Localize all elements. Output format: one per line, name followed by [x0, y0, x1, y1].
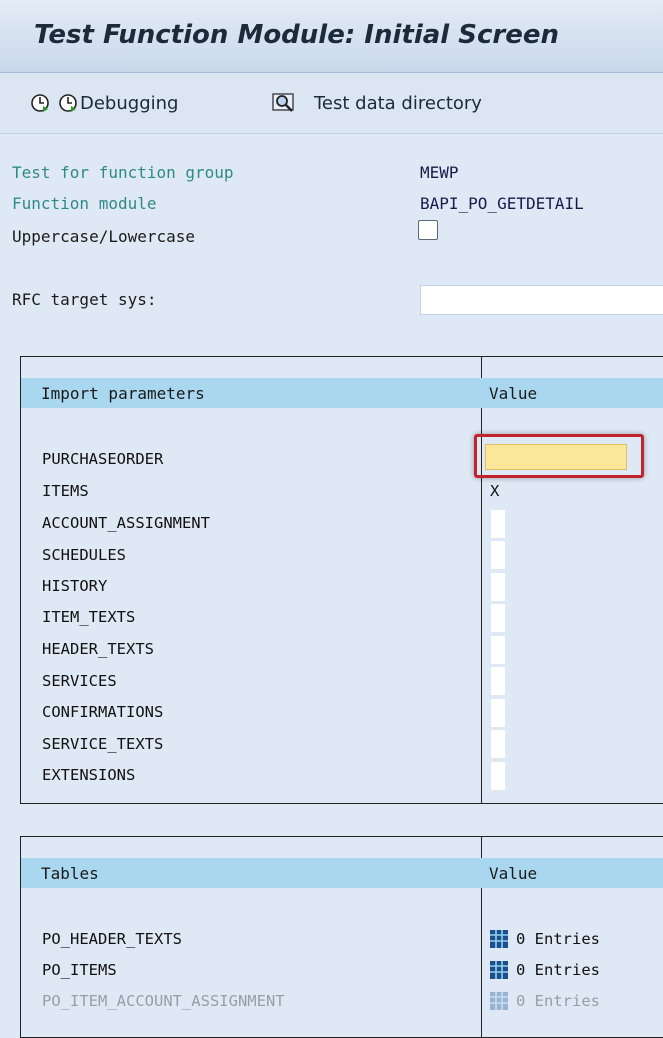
clock-execute-icon: [31, 94, 49, 112]
entries-text: 0 Entries: [516, 930, 600, 948]
service-texts-value[interactable]: [491, 730, 505, 758]
param-row: PURCHASEORDER: [42, 450, 164, 468]
import-table-header: Import parameters Value: [21, 378, 663, 408]
po-item-account-assignment-entries[interactable]: 0 Entries: [490, 992, 600, 1010]
import-parameters-header: Import parameters: [41, 384, 205, 403]
item-texts-value[interactable]: [491, 604, 505, 632]
schedules-value[interactable]: [491, 541, 505, 569]
import-value-header: Value: [489, 384, 538, 403]
execute-button[interactable]: [30, 89, 50, 117]
param-row: ITEM_TEXTS: [42, 608, 136, 626]
account-assignment-value[interactable]: [491, 510, 505, 538]
table-grid-icon: [490, 930, 508, 948]
title-bar: Test Function Module: Initial Screen: [0, 0, 663, 73]
items-value[interactable]: X: [490, 482, 499, 500]
purchaseorder-input[interactable]: [474, 434, 644, 478]
table-param-row: PO_HEADER_TEXTS: [42, 930, 182, 948]
function-module-label: Function module: [12, 194, 157, 213]
param-row: CONFIRMATIONS: [42, 703, 164, 721]
debugging-button[interactable]: Debugging: [58, 89, 178, 117]
rfc-target-input[interactable]: [420, 285, 663, 315]
param-row: ACCOUNT_ASSIGNMENT: [42, 514, 210, 532]
function-group-value: MEWP: [420, 163, 459, 182]
table-param-row: PO_ITEM_ACCOUNT_ASSIGNMENT: [42, 992, 285, 1010]
function-module-value: BAPI_PO_GETDETAIL: [420, 194, 584, 213]
find-icon: [272, 93, 294, 112]
uppercase-checkbox[interactable]: [418, 220, 438, 240]
column-divider: [481, 357, 482, 803]
header-texts-value[interactable]: [491, 636, 505, 664]
table-param-row: PO_ITEMS: [42, 961, 117, 979]
param-row: ITEMS: [42, 482, 89, 500]
table-grid-icon: [490, 961, 508, 979]
param-row: EXTENSIONS: [42, 766, 136, 784]
param-row: HEADER_TEXTS: [42, 640, 154, 658]
po-items-entries[interactable]: 0 Entries: [490, 961, 600, 979]
param-row: SERVICES: [42, 672, 117, 690]
entries-text: 0 Entries: [516, 961, 600, 979]
window-title: Test Function Module: Initial Screen: [34, 20, 559, 50]
input-inner[interactable]: [485, 444, 627, 470]
clock-debug-icon: [59, 94, 77, 112]
tables-header: Tables: [41, 864, 99, 883]
uppercase-label: Uppercase/Lowercase: [12, 227, 196, 246]
tables-table-header: Tables Value: [21, 858, 663, 888]
rfc-target-label: RFC target sys:: [12, 290, 157, 309]
test-data-directory-button[interactable]: Test data directory: [272, 89, 482, 117]
table-grid-icon: [490, 992, 508, 1010]
toolbar: Debugging Test data directory: [0, 73, 663, 134]
extensions-value[interactable]: [491, 762, 505, 790]
param-row: HISTORY: [42, 577, 108, 595]
test-data-directory-label: Test data directory: [314, 92, 482, 114]
tables-value-header: Value: [489, 864, 538, 883]
debugging-label: Debugging: [80, 92, 179, 114]
entries-text: 0 Entries: [516, 992, 600, 1010]
param-row: SERVICE_TEXTS: [42, 735, 164, 753]
param-row: SCHEDULES: [42, 546, 126, 564]
services-value[interactable]: [491, 667, 505, 695]
confirmations-value[interactable]: [491, 699, 505, 727]
po-header-texts-entries[interactable]: 0 Entries: [490, 930, 600, 948]
function-group-label: Test for function group: [12, 163, 234, 182]
history-value[interactable]: [491, 573, 505, 601]
